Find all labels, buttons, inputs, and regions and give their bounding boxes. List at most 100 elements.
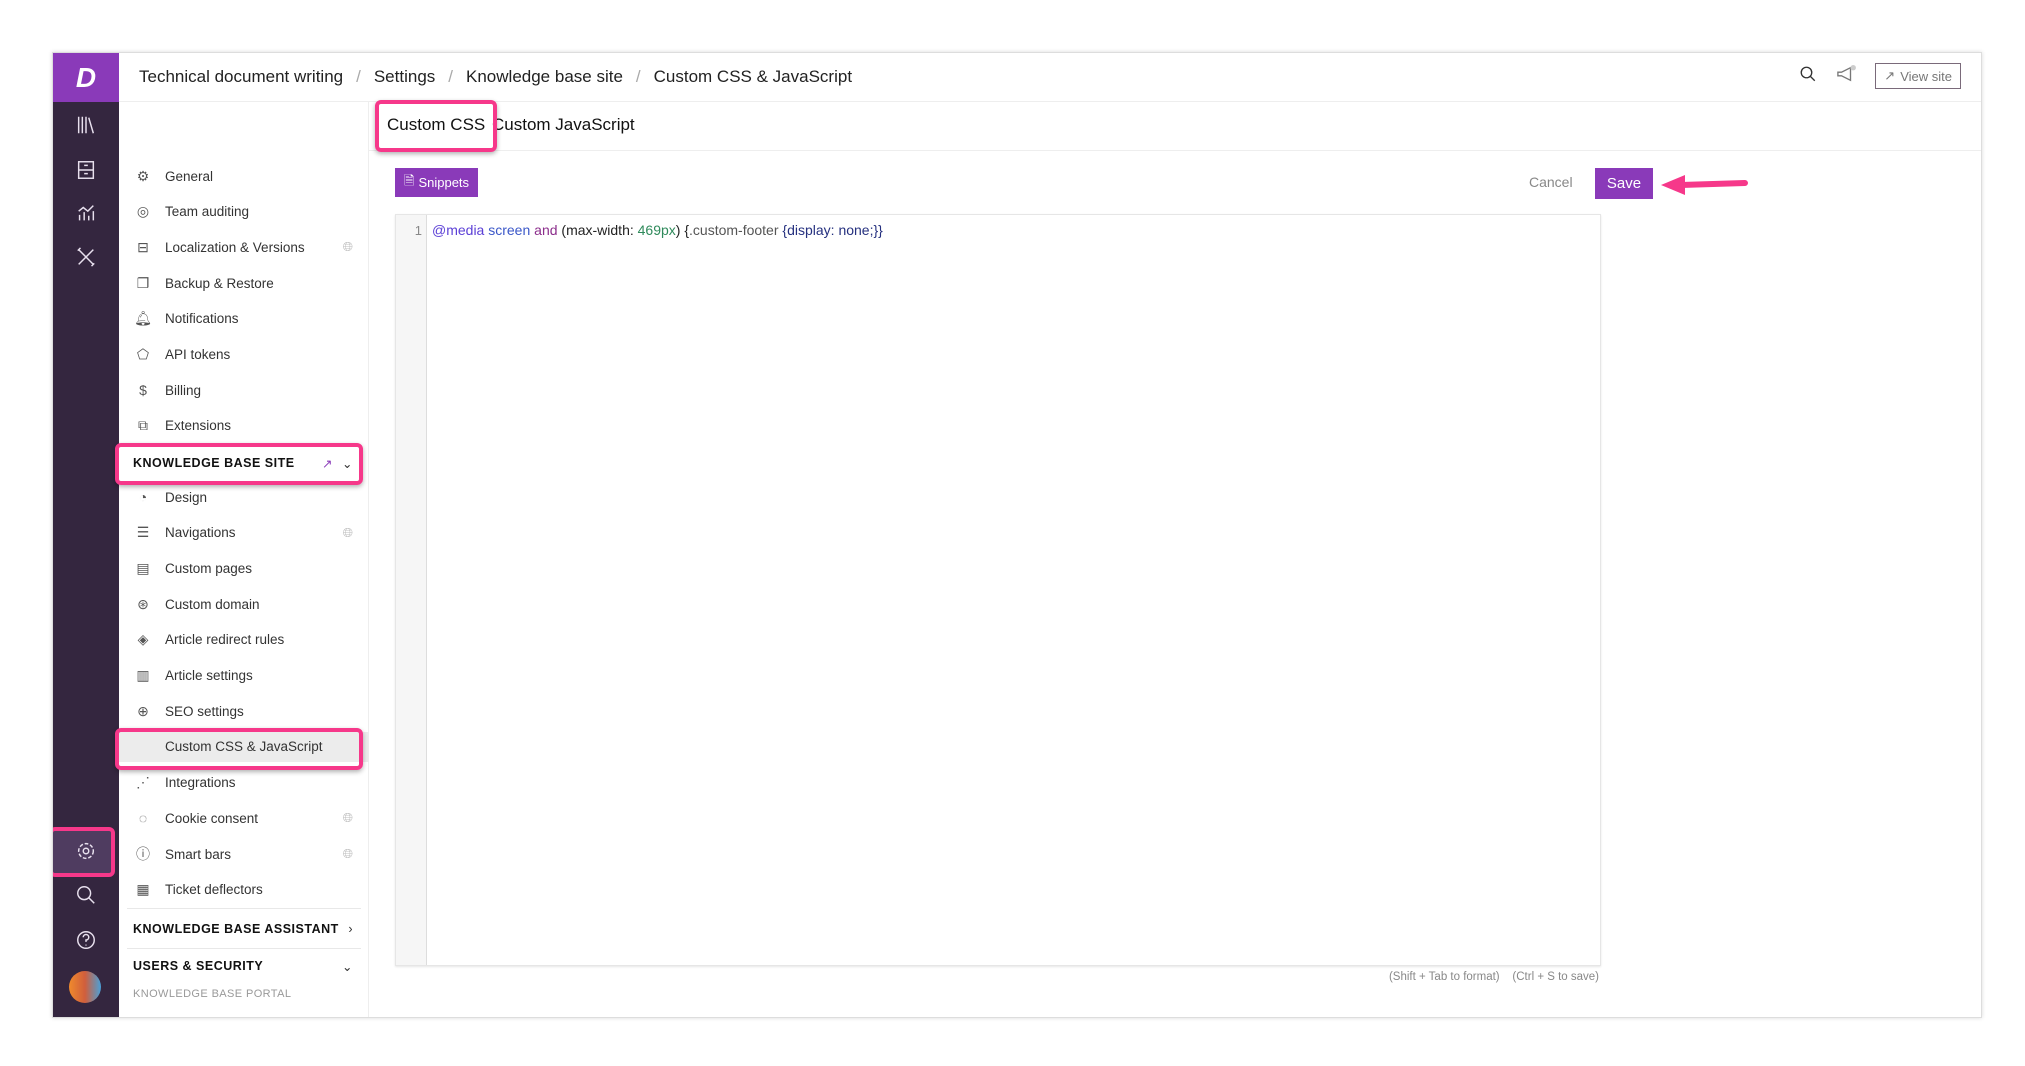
tools-icon[interactable]	[53, 239, 119, 275]
sidebar-item-label: Custom domain	[165, 596, 260, 612]
settings-sidebar: ⚙ General ◎ Team auditing ⊟ Localization & Ve…	[115, 102, 369, 1018]
portal-label: KNOWLEDGE BASE PORTAL	[133, 988, 292, 1000]
sidebar-item-integrations[interactable]: ⋰ Integrations	[119, 768, 369, 798]
logo[interactable]: D	[53, 53, 119, 102]
view-site-button[interactable]: ↗ View site	[1875, 63, 1961, 89]
line-number: 1	[396, 215, 427, 965]
tag-icon: ⬠	[136, 346, 150, 362]
sidebar-item-article-settings[interactable]: ▥ Article settings	[119, 661, 369, 691]
sidebar-item-seo-settings[interactable]: ⊕ SEO settings	[119, 696, 369, 726]
sidebar-item-general[interactable]: ⚙ General	[119, 161, 369, 191]
globe-icon: 🌐︎	[342, 524, 353, 540]
sidebar-item-label: Design	[165, 489, 208, 505]
palette-icon: ◔	[138, 489, 148, 505]
custom-css-item-highlight	[115, 728, 363, 770]
settings-icon[interactable]	[53, 833, 119, 869]
code-token: (max-width:	[557, 222, 638, 238]
search-icon[interactable]	[53, 877, 119, 913]
sidebar-item-label: Smart bars	[165, 846, 232, 862]
sidebar-item-navigations[interactable]: ☰ Navigations 🌐︎	[119, 518, 369, 548]
library-icon[interactable]	[53, 107, 119, 143]
code-line[interactable]: @media screen and (max-width: 469px) {.c…	[432, 222, 883, 238]
sidebar-item-extensions[interactable]: ⧉ Extensions	[119, 411, 369, 441]
backup-icon: ❐	[136, 274, 150, 291]
sidebar-item-label: Article settings	[165, 668, 253, 683]
gear-icon: ⚙	[136, 167, 150, 184]
archive-icon[interactable]	[53, 152, 119, 188]
sidebar-item-article-redirect-rules[interactable]: ◈ Article redirect rules	[119, 625, 369, 655]
view-site-label: View site	[1900, 68, 1952, 84]
code-token: {display: none;}}	[778, 222, 883, 238]
globe-icon: 🌐︎	[342, 846, 353, 861]
redirect-icon: ◈	[137, 631, 149, 648]
header: Technical document writing / Settings / Kn…	[119, 53, 1981, 102]
sidebar-item-custom-pages[interactable]: ▤ Custom pages	[119, 553, 369, 583]
breadcrumb-item[interactable]: Settings	[374, 67, 435, 87]
help-icon[interactable]	[53, 922, 119, 958]
tab-highlight	[375, 100, 497, 152]
sidebar-item-design[interactable]: ◔ Design	[119, 482, 369, 512]
breadcrumb: Technical document writing / Settings / Kn…	[139, 67, 853, 87]
sidebar-item-label: API tokens	[165, 347, 231, 362]
app-window: D Technical document writing / Settings / …	[52, 52, 1982, 1018]
sidebar-item-smart-bars[interactable]: ⓘ Smart bars 🌐︎	[119, 839, 369, 869]
sidebar-item-label: Billing	[165, 382, 202, 398]
sidebar-item-notifications[interactable]: 🔔︎ Notifications	[119, 304, 369, 334]
sidebar-item-team-accounts-groups[interactable]: ⚇ Team accounts & groups	[119, 1008, 369, 1018]
format-hint: (Shift + Tab to format)	[1388, 971, 1500, 983]
audit-icon: ◎	[136, 203, 150, 220]
file-icon: 🗎	[404, 172, 415, 188]
section-label: KNOWLEDGE BASE ASSISTANT	[133, 922, 339, 936]
tab-custom-javascript[interactable]: Custom JavaScript	[492, 115, 635, 135]
section-users-security[interactable]: USERS & SECURITY ⌄	[119, 949, 369, 983]
save-hint: (Ctrl + S to save)	[1512, 971, 1599, 983]
code-editor[interactable]: 1 @media screen and (max-width: 469px) {…	[395, 214, 1601, 966]
sidebar-item-backup-restore[interactable]: ❐ Backup & Restore	[119, 268, 369, 298]
sidebar-item-label: Ticket deflectors	[165, 882, 263, 898]
avatar[interactable]	[69, 971, 101, 1003]
kb-site-highlight	[115, 443, 363, 485]
sidebar-item-billing[interactable]: $ Billing	[119, 375, 369, 405]
sidebar-item-label: Navigations	[165, 525, 236, 541]
sidebar-item-label: Cookie consent	[165, 810, 259, 826]
dollar-icon: $	[139, 382, 147, 399]
article-settings-icon: ▥	[136, 667, 150, 683]
cookie-icon: ◌	[138, 810, 148, 827]
megaphone-icon[interactable]	[1835, 64, 1857, 88]
page-icon: ▤	[136, 559, 150, 576]
code-token: .custom-footer	[689, 222, 779, 238]
code-token: 469px	[637, 222, 676, 238]
sidebar-item-label: Localization & Versions	[165, 239, 305, 255]
analytics-icon[interactable]	[53, 195, 119, 231]
sidebar-item-custom-domain[interactable]: ⊛ Custom domain	[119, 589, 369, 619]
signpost-icon: ⊟	[137, 238, 149, 255]
sidebar-item-label: Team auditing	[165, 204, 250, 220]
sidebar-item-label: Extensions	[165, 418, 232, 434]
sidebar-item-label: Integrations	[165, 775, 236, 791]
breadcrumb-item[interactable]: Knowledge base site	[466, 67, 623, 87]
arrow-annotation	[1661, 175, 1748, 195]
editor-hints: (Shift + Tab to format) (Ctrl + S to sav…	[1389, 970, 1599, 984]
section-knowledge-base-assistant[interactable]: KNOWLEDGE BASE ASSISTANT ›	[119, 912, 369, 946]
code-token: screen	[488, 222, 531, 238]
sidebar-item-cookie-consent[interactable]: ◌ Cookie consent 🌐︎	[119, 803, 369, 833]
info-icon: ⓘ	[136, 846, 150, 862]
sidebar-item-ticket-deflectors[interactable]: ▦ Ticket deflectors	[119, 875, 369, 905]
ticket-icon: ▦	[136, 881, 150, 898]
code-token: ) {	[675, 222, 690, 238]
chevron-right-icon[interactable]: ›	[348, 922, 353, 936]
snippets-button[interactable]: 🗎 Snippets	[395, 168, 479, 197]
sidebar-item-api-tokens[interactable]: ⬠ API tokens	[119, 340, 369, 370]
code-token: @media	[432, 222, 485, 238]
sidebar-item-team-auditing[interactable]: ◎ Team auditing	[119, 197, 369, 227]
chevron-down-icon[interactable]: ⌄	[342, 959, 353, 974]
puzzle-icon: ⧉	[138, 417, 148, 434]
cancel-button[interactable]: Cancel	[1529, 174, 1573, 190]
globe-icon: 🌐︎	[342, 810, 353, 826]
breadcrumb-item[interactable]: Technical document writing	[139, 67, 343, 87]
save-button[interactable]: Save	[1595, 168, 1653, 199]
search-icon[interactable]	[1799, 65, 1817, 88]
sidebar-item-localization-versions[interactable]: ⊟ Localization & Versions 🌐︎	[119, 232, 369, 262]
tab-bar: Custom CSS Custom JavaScript	[369, 102, 1981, 151]
icon-rail: D	[53, 53, 119, 1017]
